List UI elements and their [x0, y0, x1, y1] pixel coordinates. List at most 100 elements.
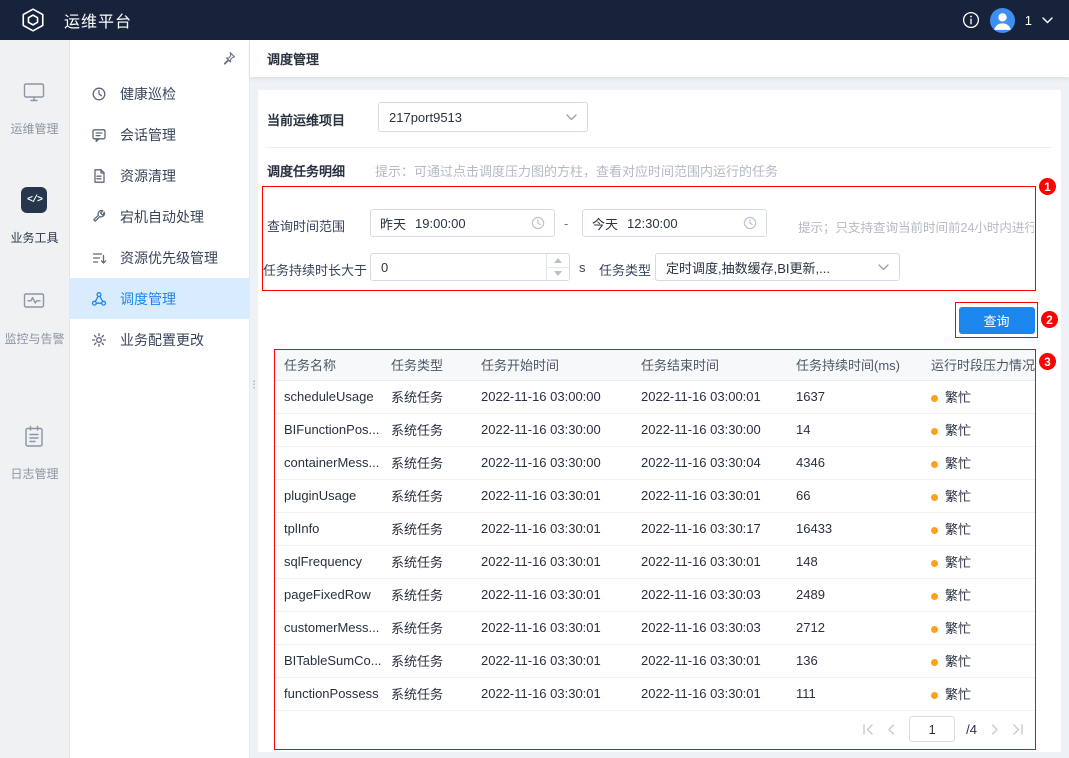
last-page-icon[interactable]	[1012, 723, 1025, 736]
app-logo-icon	[20, 7, 46, 33]
spinner-up-icon[interactable]	[547, 254, 569, 267]
busy-status-dot	[931, 659, 938, 666]
time-from-input[interactable]: 昨天 19:00:00	[370, 209, 555, 237]
table-row[interactable]: functionPossess 系统任务 2022-11-16 03:30:01 20…	[275, 677, 1035, 711]
col-pressure: 运行时段压力情况	[922, 350, 1035, 381]
task-name-cell: pageFixedRow	[275, 578, 382, 612]
task-type-select[interactable]: 定时调度,抽数缓存,BI更新,...	[655, 253, 900, 281]
pressure-cell: 繁忙	[922, 578, 1035, 612]
duration-value: 0	[381, 259, 389, 275]
table-row[interactable]: BITableSumCo... 系统任务 2022-11-16 03:30:01 20…	[275, 644, 1035, 678]
subnav-label: 资源优先级管理	[120, 249, 218, 266]
table-row[interactable]: BIFunctionPos... 系统任务 2022-11-16 03:30:00 2…	[275, 413, 1035, 447]
busy-status-dot	[931, 527, 938, 534]
col-task-type: 任务类型	[382, 350, 472, 381]
task-name-cell: sqlFrequency	[275, 545, 382, 579]
info-icon[interactable]	[962, 11, 980, 29]
search-button[interactable]: 查询	[958, 306, 1035, 334]
task-type-cell: 系统任务	[382, 545, 472, 579]
table-row[interactable]: tplInfo 系统任务 2022-11-16 03:30:01 2022-11-16…	[275, 512, 1035, 546]
task-table: 任务名称 任务类型 任务开始时间 任务结束时间 任务持续时间(ms) 运行时段压…	[275, 350, 1035, 711]
table-row[interactable]: scheduleUsage 系统任务 2022-11-16 03:00:00 2022…	[275, 380, 1035, 414]
task-type-cell: 系统任务	[382, 446, 472, 480]
section-title: 调度任务明细	[267, 164, 346, 179]
task-name-cell: customerMess...	[275, 611, 382, 645]
end-time-cell: 2022-11-16 03:30:03	[632, 611, 787, 645]
task-type-cell: 系统任务	[382, 512, 472, 546]
subnav-business-config-change[interactable]: 业务配置更改	[70, 319, 249, 360]
nav-item-label: 业务工具	[10, 231, 59, 245]
sidebar-resize-handle[interactable]: ⁝	[252, 378, 256, 391]
task-table-body: scheduleUsage 系统任务 2022-11-16 03:00:00 2022…	[275, 380, 1035, 711]
subnav-schedule-management[interactable]: 调度管理	[70, 278, 249, 319]
table-header-row: 任务名称 任务类型 任务开始时间 任务结束时间 任务持续时间(ms) 运行时段压…	[275, 350, 1035, 381]
col-start-time: 任务开始时间	[472, 350, 632, 381]
file-lines-icon	[94, 168, 105, 183]
start-time-cell: 2022-11-16 03:30:01	[472, 479, 632, 513]
primary-sidebar: 运维管理 </> 业务工具 监控与告警 日志管理	[0, 40, 70, 758]
subnav-label: 业务配置更改	[120, 331, 204, 348]
next-page-icon[interactable]	[988, 723, 1001, 736]
end-time-cell: 2022-11-16 03:00:01	[632, 380, 787, 414]
subnav-health-inspection[interactable]: 健康巡检	[70, 73, 249, 114]
clock-icon	[531, 216, 545, 230]
user-menu-chevron-icon[interactable]	[1042, 16, 1053, 24]
start-time-cell: 2022-11-16 03:30:01	[472, 578, 632, 612]
table-row[interactable]: containerMess... 系统任务 2022-11-16 03:30:00 2…	[275, 446, 1035, 480]
busy-status-dot	[931, 494, 938, 501]
end-time-cell: 2022-11-16 03:30:01	[632, 545, 787, 579]
duration-input[interactable]: 0	[370, 253, 570, 281]
clock-check-icon	[92, 87, 106, 100]
time-from-value: 19:00:00	[415, 215, 466, 231]
pressure-label: 繁忙	[945, 621, 972, 636]
col-end-time: 任务结束时间	[632, 350, 787, 381]
duration-cell: 2712	[787, 611, 922, 645]
divider	[267, 147, 1051, 148]
time-to-day: 今天	[592, 216, 619, 232]
first-page-icon[interactable]	[861, 723, 874, 736]
nav-item-monitor-alerts[interactable]: 监控与告警	[4, 290, 65, 347]
subnav-resource-priority[interactable]: 资源优先级管理	[70, 237, 249, 278]
subnav-downtime-auto-handling[interactable]: 宕机自动处理	[70, 196, 249, 237]
duration-cell: 2489	[787, 578, 922, 612]
subnav-label: 宕机自动处理	[120, 208, 204, 225]
table-row[interactable]: sqlFrequency 系统任务 2022-11-16 03:30:01 2022-…	[275, 545, 1035, 579]
code-tools-icon: </>	[21, 187, 48, 213]
pressure-cell: 繁忙	[922, 677, 1035, 711]
busy-status-dot	[931, 428, 938, 435]
pressure-cell: 繁忙	[922, 446, 1035, 480]
prev-page-icon[interactable]	[885, 723, 898, 736]
user-avatar[interactable]	[989, 7, 1015, 33]
duration-label: 任务持续时长大于	[263, 263, 368, 278]
nav-item-business-tools[interactable]: </> 业务工具	[10, 187, 59, 246]
time-to-value: 12:30:00	[627, 215, 678, 231]
log-file-icon	[22, 425, 46, 449]
table-row[interactable]: customerMess... 系统任务 2022-11-16 03:30:01 20…	[275, 611, 1035, 645]
task-name-cell: scheduleUsage	[275, 380, 382, 414]
nav-item-label: 监控与告警	[4, 332, 65, 346]
subnav-resource-cleanup[interactable]: 资源清理	[70, 155, 249, 196]
pagination: /4	[861, 716, 1025, 742]
task-type-cell: 系统任务	[382, 644, 472, 678]
user-badge: 1	[1024, 12, 1032, 28]
nav-item-log-management[interactable]: 日志管理	[10, 425, 59, 482]
task-name-cell: containerMess...	[275, 446, 382, 480]
subnav-label: 会话管理	[120, 126, 176, 143]
time-to-input[interactable]: 今天 12:30:00	[582, 209, 767, 237]
search-annotation-box: 查询	[955, 302, 1038, 338]
subnav-session-management[interactable]: 会话管理	[70, 114, 249, 155]
nav-item-ops-management[interactable]: 运维管理	[10, 80, 59, 137]
end-time-cell: 2022-11-16 03:30:01	[632, 677, 787, 711]
table-row[interactable]: pageFixedRow 系统任务 2022-11-16 03:30:01 2022-…	[275, 578, 1035, 612]
start-time-cell: 2022-11-16 03:30:01	[472, 677, 632, 711]
clock-icon	[743, 216, 757, 230]
pin-icon[interactable]	[221, 51, 236, 66]
nav-item-label: 日志管理	[10, 467, 59, 481]
page-number-input[interactable]	[909, 716, 956, 742]
table-row[interactable]: pluginUsage 系统任务 2022-11-16 03:30:01 2022-1…	[275, 479, 1035, 513]
secondary-sidebar: 健康巡检 会话管理 资源清理 宕机自动处理 资源优先级管理 调度管理 业务配置更…	[70, 40, 250, 758]
task-type-cell: 系统任务	[382, 380, 472, 414]
subnav-label: 调度管理	[120, 290, 176, 307]
spinner-down-icon[interactable]	[547, 266, 569, 281]
project-select[interactable]: 217port9513	[378, 102, 588, 132]
